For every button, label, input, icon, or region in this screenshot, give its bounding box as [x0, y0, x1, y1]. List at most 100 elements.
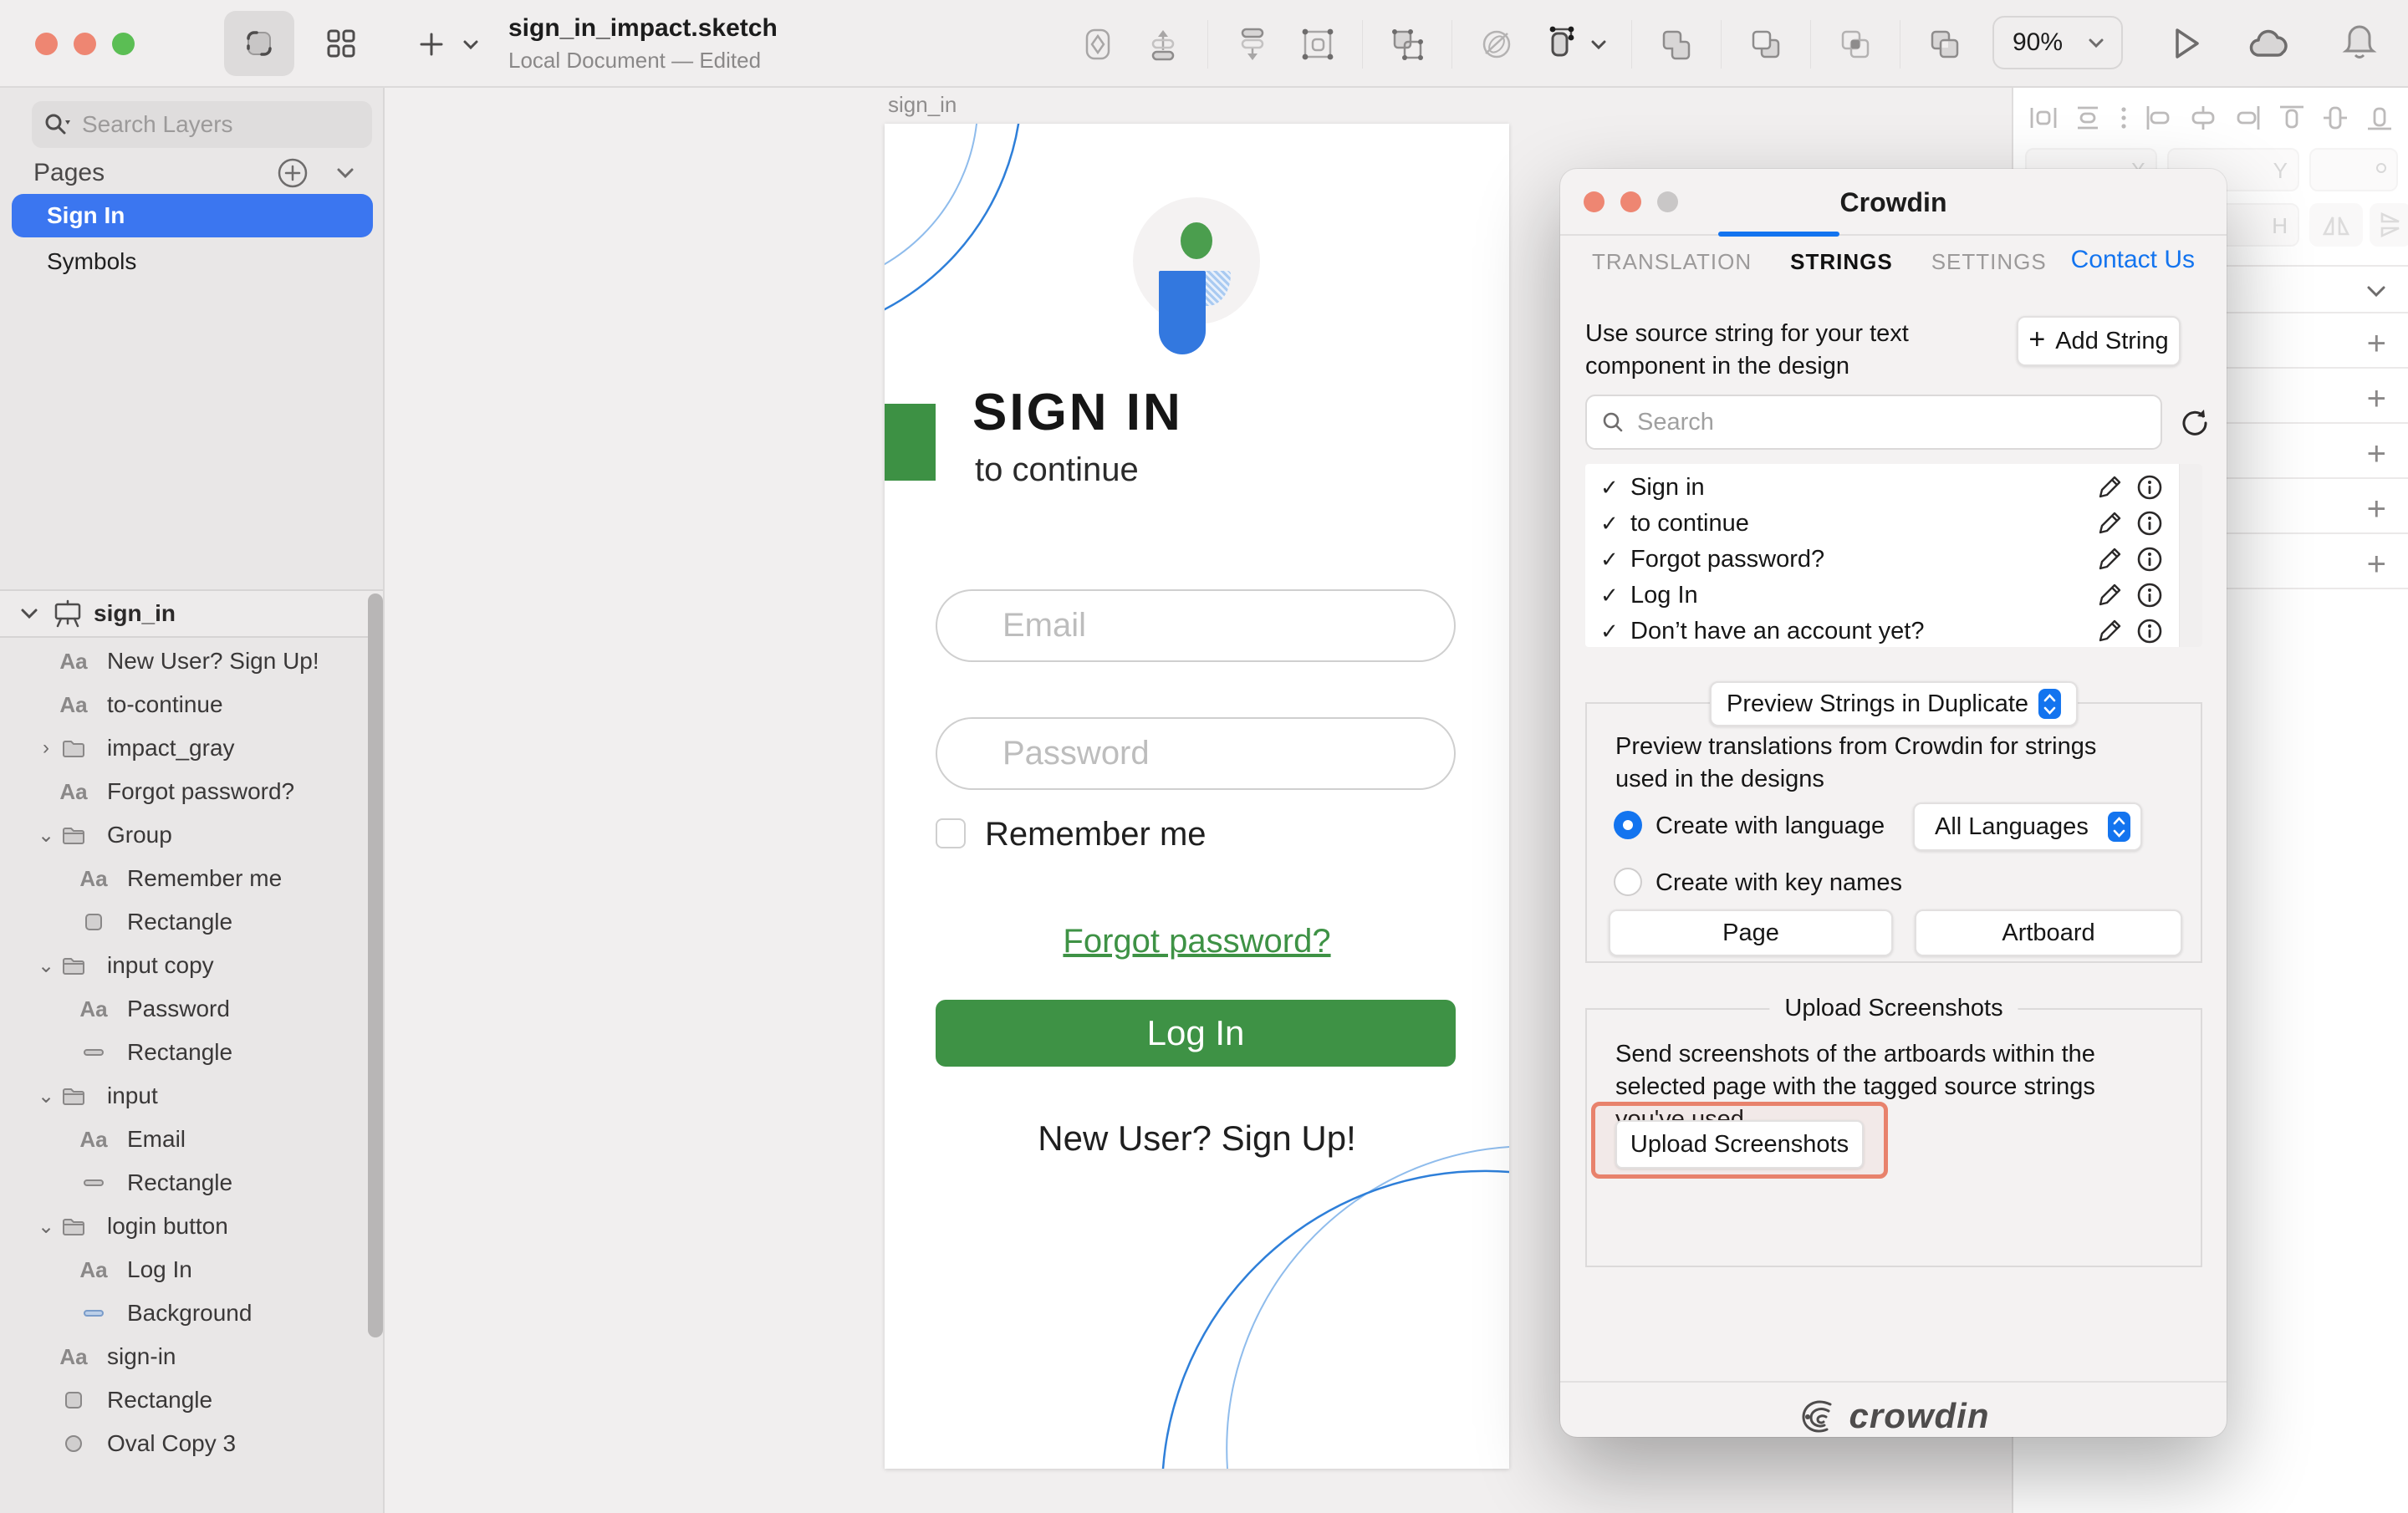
boolean-intersect-icon[interactable] [1834, 23, 1876, 65]
layer-row[interactable]: ⌄login button [0, 1205, 368, 1248]
remember-me-checkbox[interactable] [936, 818, 966, 848]
layer-row[interactable]: AaPassword [0, 987, 368, 1031]
add-page-button[interactable] [274, 155, 311, 191]
add-string-button[interactable]: + Add String [2017, 316, 2181, 366]
layer-row[interactable]: AaNew User? Sign Up! [0, 639, 368, 683]
plus-icon[interactable]: + [2367, 380, 2386, 418]
distribute-vertical-icon[interactable] [1142, 23, 1184, 65]
boolean-subtract-icon[interactable] [1745, 23, 1787, 65]
layer-row[interactable]: Rectangle [0, 1378, 368, 1422]
ungroup-icon[interactable] [1386, 23, 1428, 65]
rotation-field[interactable] [2309, 148, 2398, 191]
info-icon[interactable] [2135, 581, 2164, 609]
layer-row[interactable]: Aasign-in [0, 1335, 368, 1378]
preview-play-button[interactable] [2164, 22, 2207, 65]
cloud-share-button[interactable] [2247, 23, 2294, 65]
layer-row[interactable]: Rectangle [0, 1161, 368, 1205]
sidebar-page-sign-in[interactable]: Sign In [12, 194, 373, 237]
layer-row[interactable]: Aato-continue [0, 683, 368, 726]
string-row[interactable]: ✓ Forgot password? [1585, 541, 2171, 577]
page-button[interactable]: Page [1609, 909, 1893, 956]
edit-pencil-icon[interactable] [2095, 545, 2124, 573]
upload-screenshots-button[interactable]: Upload Screenshots [1615, 1120, 1864, 1169]
layer-row[interactable]: AaEmail [0, 1118, 368, 1161]
align-right-icon[interactable] [2229, 99, 2266, 136]
distribute-horizontally-icon[interactable] [2025, 99, 2062, 136]
crowdin-titlebar[interactable]: Crowdin [1560, 169, 2227, 234]
window-minimize-button[interactable] [74, 33, 96, 55]
align-center-horizontal-icon[interactable] [2185, 99, 2222, 136]
resize-icon[interactable] [1541, 23, 1608, 65]
plus-icon[interactable]: + [2367, 325, 2386, 363]
string-row[interactable]: ✓ to continue [1585, 505, 2171, 541]
align-middle-vertical-icon[interactable] [2317, 99, 2354, 136]
layer-row[interactable]: Oval Copy 3 [0, 1422, 368, 1465]
crowdin-search-box[interactable] [1585, 395, 2162, 450]
boolean-difference-icon[interactable] [1924, 23, 1966, 65]
insert-plus-button[interactable] [415, 28, 448, 61]
layers-search-box[interactable] [32, 101, 372, 148]
create-symbol-icon[interactable] [1077, 23, 1119, 65]
align-top-icon[interactable] [2273, 99, 2310, 136]
distribute-vertically-icon[interactable] [2069, 99, 2106, 136]
layer-row[interactable]: ⌄Group [0, 813, 368, 857]
plus-icon[interactable]: + [2367, 436, 2386, 473]
string-row[interactable]: ✓ Sign in [1585, 469, 2171, 505]
flip-horizontal-button[interactable] [2309, 203, 2363, 247]
flip-vertical-button[interactable] [2370, 203, 2408, 247]
string-row[interactable]: ✓ Log In [1585, 577, 2171, 613]
contact-us-link[interactable]: Contact Us [2071, 246, 2195, 274]
string-row[interactable]: ✓ Don’t have an account yet? [1585, 613, 2171, 649]
layer-row[interactable]: ›impact_gray [0, 726, 368, 770]
folder-chevron-down-icon[interactable]: ⌄ [37, 954, 55, 978]
grid-view-button[interactable] [306, 11, 376, 76]
create-with-language-radio[interactable] [1614, 811, 1642, 839]
layer-row[interactable]: Background [0, 1291, 368, 1335]
layer-row[interactable]: AaForgot password? [0, 770, 368, 813]
window-zoom-button[interactable] [112, 33, 135, 55]
layer-row[interactable]: ⌄input copy [0, 944, 368, 987]
edit-pencil-icon[interactable] [2095, 617, 2124, 645]
group-icon[interactable] [1297, 23, 1339, 65]
crowdin-search-input[interactable] [1637, 409, 2105, 436]
email-field[interactable] [936, 589, 1456, 662]
align-bottom-icon[interactable] [2361, 99, 2398, 136]
folder-chevron-down-icon[interactable]: ⌄ [37, 1084, 55, 1108]
tab-translation[interactable]: TRANSLATION [1592, 249, 1752, 275]
info-icon[interactable] [2135, 545, 2164, 573]
pages-collapse-chevron[interactable] [333, 160, 358, 186]
folder-chevron-right-icon[interactable]: › [37, 736, 55, 760]
password-field[interactable] [936, 717, 1456, 790]
artboard-canvas-label[interactable]: sign_in [888, 92, 957, 118]
layer-row[interactable]: ⌄input [0, 1074, 368, 1118]
sidebar-page-symbols[interactable]: Symbols [47, 248, 136, 275]
create-with-key-names-radio[interactable] [1614, 868, 1642, 896]
refresh-icon[interactable] [2176, 405, 2212, 441]
artboard-collapse-chevron[interactable] [18, 603, 40, 624]
info-icon[interactable] [2135, 509, 2164, 537]
edit-pencil-icon[interactable] [2095, 581, 2124, 609]
artboard[interactable]: SIGN IN to continue Remember me Forgot p… [885, 124, 1509, 1469]
folder-chevron-down-icon[interactable]: ⌄ [37, 1215, 55, 1239]
edit-pencil-icon[interactable] [2095, 473, 2124, 502]
sidebar-scrollbar[interactable] [368, 593, 383, 1337]
info-icon[interactable] [2135, 617, 2164, 645]
preview-strings-dropdown[interactable]: Preview Strings in Duplicate [1710, 681, 2078, 726]
search-input[interactable] [82, 111, 333, 138]
rotate-icon[interactable] [1476, 23, 1518, 65]
layer-row[interactable]: AaLog In [0, 1248, 368, 1291]
canvas-view-button[interactable] [224, 11, 294, 76]
edit-pencil-icon[interactable] [2095, 509, 2124, 537]
info-icon[interactable] [2135, 473, 2164, 502]
plus-icon[interactable]: + [2367, 546, 2386, 583]
more-options-dots-icon[interactable] [2114, 99, 2134, 136]
insert-chevron-icon[interactable] [460, 33, 482, 55]
login-button[interactable]: Log In [936, 1000, 1456, 1067]
window-close-button[interactable] [35, 33, 58, 55]
language-select[interactable]: All Languages [1913, 802, 2142, 851]
notifications-bell-button[interactable] [2338, 20, 2381, 67]
artboard-button[interactable]: Artboard [1915, 909, 2182, 956]
tab-settings[interactable]: SETTINGS [1931, 249, 2047, 275]
forgot-password-link[interactable]: Forgot password? [885, 923, 1509, 960]
layer-row[interactable]: AaRemember me [0, 857, 368, 900]
